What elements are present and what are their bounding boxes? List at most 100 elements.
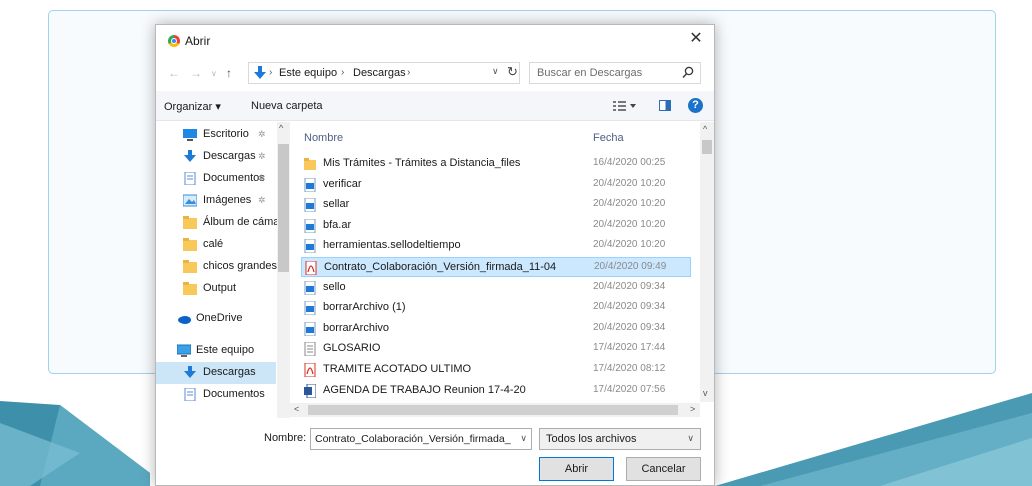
nav-item-este-equipo[interactable]: Este equipo [156,340,276,362]
file-date: 17/4/2020 07:56 [593,383,666,395]
nav-item-output[interactable]: Output [156,278,276,300]
open-button[interactable]: Abrir [539,457,614,481]
nav-item-descargas-selected[interactable]: Descargas [156,362,276,384]
nav-label: Imágenes [203,194,252,206]
scroll-left-icon[interactable]: < [294,404,299,414]
nav-item-imagenes[interactable]: Imágenes ✲ [156,190,276,212]
horizontal-scroll-thumb[interactable] [308,405,678,415]
close-button[interactable]: ✕ [678,25,714,53]
organize-button[interactable]: Organizar ▾ [164,100,221,113]
file-row[interactable]: borrarArchivo 20/4/2020 09:34 [301,319,691,339]
file-list-scroll-thumb[interactable] [702,140,712,154]
nav-scrollbar[interactable]: ^ [277,122,290,418]
search-icon [682,66,694,78]
address-bar[interactable]: › Este equipo › Descargas › ∨ ↻ [248,62,520,84]
up-arrow-icon[interactable]: ↑ [226,66,232,80]
file-row[interactable]: AGENDA DE TRABAJO Reunion 17-4-20 17/4/20… [301,381,691,401]
title-bar: Abrir ✕ [156,25,714,55]
nav-item-onedrive[interactable]: OneDrive [156,308,276,330]
pin-icon[interactable]: ✲ [258,151,266,162]
new-folder-button[interactable]: Nueva carpeta [251,100,323,112]
scroll-up-icon[interactable]: ^ [703,124,707,134]
nav-label: Documentos [203,388,265,400]
scroll-down-icon[interactable]: v [703,388,708,398]
folder-icon [183,216,197,229]
back-arrow-icon[interactable]: ← [168,66,180,80]
help-icon[interactable]: ? [688,98,703,113]
nav-item-documentos[interactable]: Documentos ✲ [156,168,276,190]
view-options-icon[interactable] [613,100,637,112]
breadcrumb-separator: › [341,67,345,78]
file-row[interactable]: bfa.ar 20/4/2020 10:20 [301,216,691,236]
pin-icon[interactable]: ✲ [258,195,266,206]
file-row[interactable]: GLOSARIO 17/4/2020 17:44 [301,339,691,359]
nav-item-descargas[interactable]: Descargas ✲ [156,146,276,168]
column-header-name[interactable]: Nombre [304,132,343,144]
web-file-icon [304,198,316,213]
column-header-date[interactable]: Fecha [593,132,624,144]
file-name: TRAMITE ACOTADO ULTIMO [323,363,472,375]
web-file-icon [304,301,316,316]
web-file-icon [304,177,316,192]
file-name-label: Nombre: [264,432,307,444]
scroll-up-icon[interactable]: ^ [279,123,283,133]
cancel-button[interactable]: Cancelar [626,457,701,481]
nav-label: Escritorio [203,128,249,140]
breadcrumb-este-equipo[interactable]: Este equipo [279,67,337,79]
search-input[interactable]: Buscar en Descargas [529,62,701,84]
file-date: 20/4/2020 09:49 [594,261,667,272]
scroll-right-icon[interactable]: > [690,404,695,414]
file-name-field[interactable]: Contrato_Colaboración_Versión_firmada_11… [310,428,532,450]
folder-icon [183,238,197,251]
nav-label: calé [203,238,224,250]
file-name: borrarArchivo [323,321,390,334]
recent-locations-icon[interactable]: ∨ [211,69,217,78]
pictures-icon [183,194,197,207]
chevron-down-icon[interactable]: ∨ [248,390,254,399]
pin-icon[interactable]: ✲ [258,173,266,184]
chevron-down-icon[interactable]: ∨ [520,433,527,444]
document-icon [184,172,196,185]
nav-label: Descargas [203,366,256,378]
file-type-select[interactable]: Todos los archivos ∨ [539,428,701,450]
file-row[interactable]: sello 20/4/2020 09:34 [301,278,691,298]
web-file-icon [304,321,316,336]
folder-icon [183,282,197,295]
file-date: 20/4/2020 10:20 [593,239,666,251]
horizontal-scrollbar[interactable]: < > [290,403,700,417]
web-file-icon [304,239,316,254]
file-row[interactable]: sellar 20/4/2020 10:20 [301,195,691,215]
pdf-icon [305,261,317,275]
nav-scroll-thumb[interactable] [278,144,289,272]
nav-item-documentos-2[interactable]: Documentos ∨ [156,384,276,406]
file-row[interactable]: Contrato_Colaboración_Versión_firmada_11… [301,257,691,277]
file-date: 20/4/2020 10:20 [593,198,666,210]
chevron-down-icon[interactable]: ∨ [492,66,499,77]
forward-arrow-icon[interactable]: → [190,66,202,80]
file-date: 16/4/2020 00:25 [593,157,666,168]
pin-icon[interactable]: ✲ [258,129,266,140]
file-name: AGENDA DE TRABAJO Reunion 17-4-20 [323,383,526,396]
download-icon [184,366,196,378]
file-row[interactable]: Mis Trámites - Trámites a Distancia_file… [301,154,691,174]
text-file-icon [304,342,316,357]
nav-item-escritorio[interactable]: Escritorio ✲ [156,124,276,146]
folder-icon [304,158,316,170]
refresh-icon[interactable]: ↻ [507,64,518,80]
nav-item-cale[interactable]: calé [156,234,276,256]
file-date: 20/4/2020 09:34 [593,321,666,333]
preview-pane-icon[interactable] [659,100,671,111]
nav-item-chicos-grandes[interactable]: chicos grandes [156,256,277,278]
breadcrumb-descargas[interactable]: Descargas [353,67,406,79]
word-icon [304,383,316,398]
file-row[interactable]: herramientas.sellodeltiempo 20/4/2020 10:… [301,236,691,256]
file-list-scrollbar[interactable]: ^ v [700,122,714,402]
file-row[interactable]: verificar 20/4/2020 10:20 [301,175,691,195]
file-row[interactable]: borrarArchivo (1) 20/4/2020 09:34 [301,298,691,318]
nav-label: Descargas [203,150,256,162]
search-placeholder: Buscar en Descargas [537,67,643,79]
file-row[interactable]: TRAMITE ACOTADO ULTIMO 17/4/2020 08:12 [301,360,691,380]
desktop-icon [183,129,197,141]
nav-item-album-de-camara[interactable]: Álbum de cámara [156,212,289,234]
file-name: bfa.ar [323,218,352,231]
